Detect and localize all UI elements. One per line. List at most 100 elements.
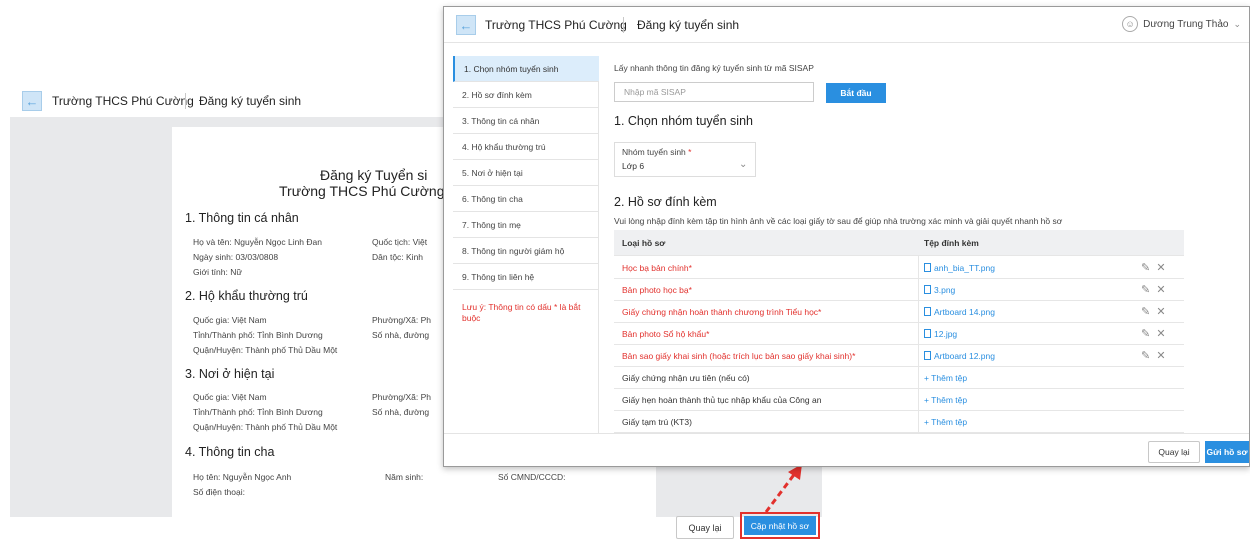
attachments-description: Vui lòng nhập đính kèm tập tin hình ảnh … [614,216,1063,226]
doc-section-title: 3. Nơi ở hiện tại [185,367,275,381]
sisap-hint: Lấy nhanh thông tin đăng ký tuyển sinh t… [614,63,814,73]
chevron-down-icon: ⌄ [1233,18,1241,29]
field: Tỉnh/Thành phố: Tỉnh Bình Dương [193,407,323,417]
doc-title: Đăng ký Tuyển si [320,167,428,183]
doc-type: Giấy tạm trú (KT3) [622,417,692,427]
row-actions: ✎ ✕ [1141,261,1166,274]
file-link[interactable]: 12.jpg [924,329,957,339]
close-icon[interactable]: ✕ [1156,284,1165,296]
edit-icon[interactable]: ✎ [1141,328,1150,340]
sidebar-item-guardian[interactable]: 8. Thông tin người giám hộ [453,238,599,264]
school-name: Trường THCS Phú Cường [485,18,627,32]
close-icon[interactable]: ✕ [1156,350,1165,362]
file-icon [924,263,931,272]
doc-type: Học bạ bản chính* [622,263,692,273]
page-title: Đăng ký tuyển sinh [199,94,302,108]
file-link[interactable]: 3.png [924,285,955,295]
user-avatar-icon: ☺ [1122,16,1139,32]
sidebar-item-attachments[interactable]: 2. Hồ sơ đính kèm [453,82,599,108]
file-name: 12.jpg [934,329,958,339]
doc-type: Giấy chứng nhận hoàn thành chương trình … [622,307,822,317]
file-name: 3.png [934,285,956,295]
required-note: Lưu ý: Thông tin có dấu * là bắt buộc [462,302,581,323]
registration-modal: ← Trường THCS Phú Cường Đăng ký tuyển si… [443,6,1250,467]
header-file: Tệp đính kèm [924,238,979,248]
table-row: Bản photo học bạ* 3.png ✎ ✕ [614,279,1184,301]
doc-type: Bản photo học bạ* [622,285,692,295]
doc-type: Giấy hẹn hoàn thành thủ tục nhập khẩu củ… [622,395,822,405]
table-row: Giấy hẹn hoàn thành thủ tục nhập khẩu củ… [614,389,1184,411]
update-profile-button[interactable]: Cập nhật hồ sơ [744,516,816,535]
doc-subtitle: Trường THCS Phú Cường nă [279,183,464,199]
table-row: Học bạ bản chính* anh_bia_TT.png ✎ ✕ [614,257,1184,279]
start-button[interactable]: Bắt đầu [826,83,886,103]
divider [623,17,624,33]
back-arrow-icon[interactable]: ← [456,15,476,35]
sidebar-item-personal[interactable]: 3. Thông tin cá nhân [453,108,599,134]
field: Năm sinh: [385,472,424,482]
file-link[interactable]: Artboard 14.png [924,307,995,317]
table-row: Bản sao giấy khai sinh (hoặc trích lục b… [614,345,1184,367]
user-menu[interactable]: ☺ Dương Trung Thảo ⌄ [1122,16,1241,32]
required-mark: * [688,147,692,157]
row-actions: ✎ ✕ [1141,305,1166,318]
doc-type: Giấy chứng nhận ưu tiên (nếu có) [622,373,750,383]
sidebar-item-father[interactable]: 6. Thông tin cha [453,186,599,212]
field: Số điện thoại: [193,487,245,497]
back-arrow-icon[interactable]: ← [22,91,42,111]
doc-section-title: 2. Hộ khẩu thường trú [185,289,308,303]
edit-icon[interactable]: ✎ [1141,262,1150,274]
submit-button[interactable]: Gửi hồ sơ [1205,441,1249,463]
group-value: Lớp 6 [622,161,645,171]
group-select[interactable]: Nhóm tuyển sinh * Lớp 6 ⌄ [614,142,756,177]
field: Số nhà, đường [372,330,430,340]
sidebar-item-group[interactable]: 1. Chọn nhóm tuyển sinh [453,56,599,82]
sidebar-item-residence[interactable]: 5. Nơi ở hiện tại [453,160,599,186]
sidebar-item-contact[interactable]: 9. Thông tin liên hệ [453,264,599,290]
modal-footer: Quay lại Gửi hồ sơ [444,433,1249,466]
field: Họ và tên: Nguyễn Ngọc Linh Đan [193,237,322,247]
table-row: Giấy chứng nhận hoàn thành chương trình … [614,301,1184,323]
row-actions: ✎ ✕ [1141,283,1166,296]
divider [185,93,186,109]
file-icon [924,351,931,360]
field: Phường/Xã: Ph [372,315,431,325]
field: Họ tên: Nguyễn Ngọc Anh [193,472,292,482]
field: Quốc tịch: Việt [372,237,428,247]
file-icon [924,307,931,316]
annotation-arrow [764,464,802,513]
back-button[interactable]: Quay lại [676,516,734,539]
edit-icon[interactable]: ✎ [1141,350,1150,362]
table-row: Giấy tạm trú (KT3) + Thêm tệp [614,411,1184,433]
group-label-text: Nhóm tuyển sinh [622,147,686,157]
field: Giới tính: Nữ [193,267,243,277]
table-header: Loại hồ sơ Tệp đính kèm [614,230,1184,256]
edit-icon[interactable]: ✎ [1141,284,1150,296]
sisap-input[interactable]: Nhập mã SISAP [614,82,814,102]
doc-section-title: 1. Thông tin cá nhân [185,211,299,225]
modal-header: ← Trường THCS Phú Cường Đăng ký tuyển si… [444,7,1249,43]
field: Phường/Xã: Ph [372,392,431,402]
sidebar-item-mother[interactable]: 7. Thông tin mẹ [453,212,599,238]
close-icon[interactable]: ✕ [1156,328,1165,340]
group-label: Nhóm tuyển sinh * [622,147,691,157]
field: Quốc gia: Việt Nam [193,315,267,325]
close-icon[interactable]: ✕ [1156,306,1165,318]
edit-icon[interactable]: ✎ [1141,306,1150,318]
close-icon[interactable]: ✕ [1156,262,1165,274]
add-file-link[interactable]: + Thêm tệp [924,395,967,405]
section-title: 1. Chọn nhóm tuyển sinh [614,114,753,128]
add-file-link[interactable]: + Thêm tệp [924,373,967,383]
file-name: Artboard 12.png [934,351,995,361]
add-file-link[interactable]: + Thêm tệp [924,417,967,427]
doc-type: Bản photo Sổ hộ khẩu* [622,329,710,339]
school-name: Trường THCS Phú Cường [52,94,194,108]
doc-type: Bản sao giấy khai sinh (hoặc trích lục b… [622,351,856,361]
file-name: anh_bia_TT.png [934,263,995,273]
field: Ngày sinh: 03/03/0808 [193,252,279,262]
file-link[interactable]: anh_bia_TT.png [924,263,995,273]
back-button[interactable]: Quay lại [1148,441,1200,463]
sidebar-item-household[interactable]: 4. Hộ khẩu thường trú [453,134,599,160]
user-name: Dương Trung Thảo [1143,18,1229,30]
file-link[interactable]: Artboard 12.png [924,351,995,361]
